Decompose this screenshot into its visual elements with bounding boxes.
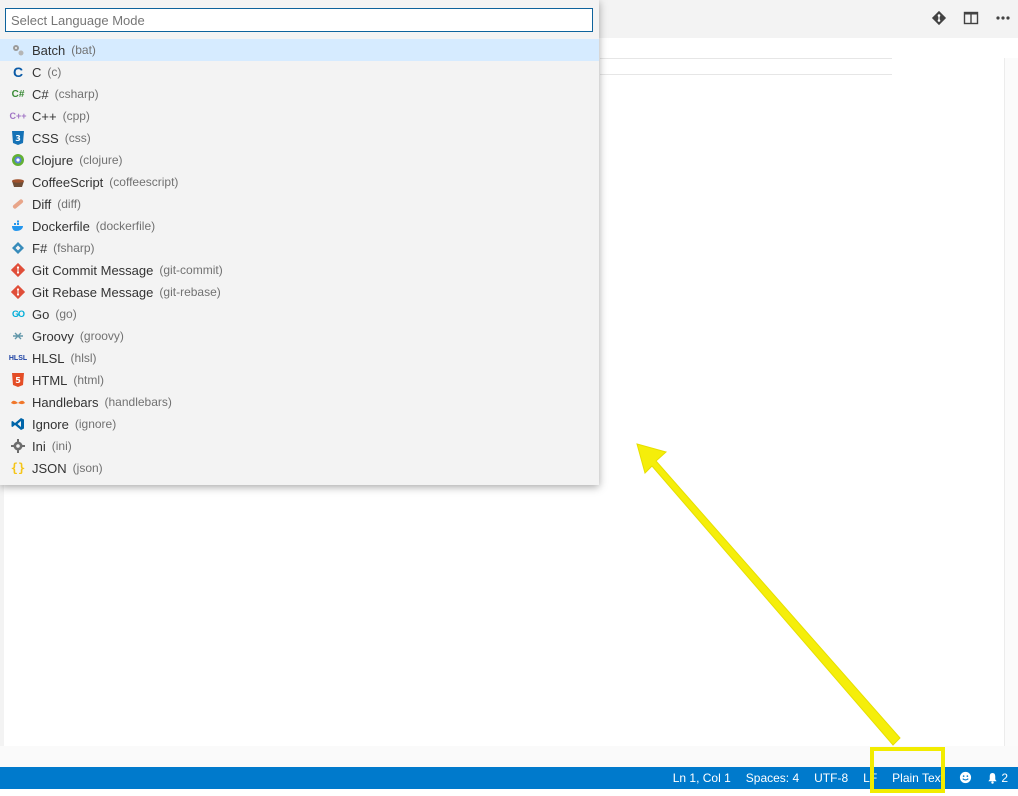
annotation-arrow <box>636 443 901 746</box>
encoding-setting[interactable]: UTF-8 <box>814 771 848 785</box>
notification-count: 2 <box>1001 771 1008 785</box>
status-bar-right: Ln 1, Col 1 Spaces: 4 UTF-8 LF Plain Tex… <box>658 767 1008 789</box>
bell-icon <box>987 771 998 785</box>
notifications-button[interactable]: 2 <box>987 771 1008 785</box>
indentation-setting[interactable]: Spaces: 4 <box>746 771 799 785</box>
annotation-highlight-box <box>870 747 945 793</box>
feedback-smiley-icon[interactable] <box>959 771 972 785</box>
status-bar: Ln 1, Col 1 Spaces: 4 UTF-8 LF Plain Tex… <box>0 767 1018 789</box>
cursor-position[interactable]: Ln 1, Col 1 <box>673 771 731 785</box>
